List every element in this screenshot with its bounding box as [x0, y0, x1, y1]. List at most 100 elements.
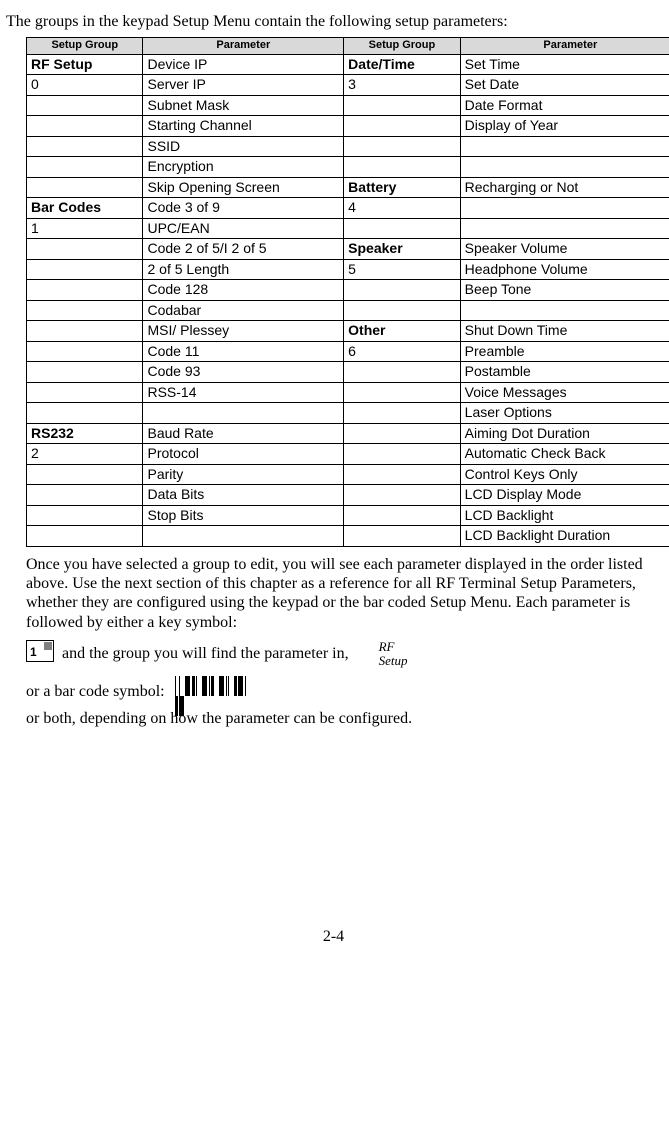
- table-cell: [27, 157, 143, 178]
- table-cell: Set Time: [460, 54, 669, 75]
- table-cell: Shut Down Time: [460, 321, 669, 342]
- table-cell: [27, 321, 143, 342]
- table-cell: SSID: [143, 136, 344, 157]
- instruction-paragraph: Once you have selected a group to edit, …: [26, 555, 666, 632]
- table-cell: [27, 177, 143, 198]
- table-cell: Code 128: [143, 280, 344, 301]
- table-cell: [344, 218, 460, 239]
- col-header: Setup Group: [344, 38, 460, 55]
- rf-setup-label: RFSetup: [379, 640, 408, 667]
- table-cell: Date/Time: [344, 54, 460, 75]
- table-cell: 4: [344, 198, 460, 219]
- closing-paragraph: or both, depending on how the parameter …: [26, 709, 666, 728]
- table-row: RSS-14 Voice Messages: [27, 382, 669, 403]
- table-row: Code 2 of 5/I 2 of 5SpeakerSpeaker Volum…: [27, 239, 669, 260]
- table-cell: LCD Backlight: [460, 505, 669, 526]
- table-row: Code 116Preamble: [27, 341, 669, 362]
- table-cell: [344, 423, 460, 444]
- table-cell: 6: [344, 341, 460, 362]
- table-row: Starting Channel Display of Year: [27, 116, 669, 137]
- table-cell: [460, 218, 669, 239]
- table-row: 2ProtocolAutomatic Check Back: [27, 444, 669, 465]
- table-cell: Voice Messages: [460, 382, 669, 403]
- table-row: LCD Backlight Duration: [27, 526, 669, 547]
- table-cell: [344, 157, 460, 178]
- table-cell: Code 3 of 9: [143, 198, 344, 219]
- table-cell: Baud Rate: [143, 423, 344, 444]
- table-cell: 5: [344, 259, 460, 280]
- table-cell: Automatic Check Back: [460, 444, 669, 465]
- table-cell: [27, 505, 143, 526]
- table-row: 2 of 5 Length5Headphone Volume: [27, 259, 669, 280]
- table-cell: Aiming Dot Duration: [460, 423, 669, 444]
- table-cell: [344, 362, 460, 383]
- table-row: Bar CodesCode 3 of 94: [27, 198, 669, 219]
- col-header: Setup Group: [27, 38, 143, 55]
- table-row: 1UPC/EAN: [27, 218, 669, 239]
- table-cell: [344, 464, 460, 485]
- table-cell: [27, 280, 143, 301]
- table-row: Code 93 Postamble: [27, 362, 669, 383]
- table-cell: [460, 300, 669, 321]
- table-cell: Protocol: [143, 444, 344, 465]
- table-cell: [344, 136, 460, 157]
- table-cell: RSS-14: [143, 382, 344, 403]
- table-cell: LCD Backlight Duration: [460, 526, 669, 547]
- table-cell: [27, 341, 143, 362]
- table-cell: [344, 403, 460, 424]
- table-cell: 3: [344, 75, 460, 96]
- table-cell: Code 93: [143, 362, 344, 383]
- table-cell: [344, 444, 460, 465]
- page-number: 2-4: [6, 928, 661, 946]
- table-cell: [344, 280, 460, 301]
- table-cell: Control Keys Only: [460, 464, 669, 485]
- table-row: MSI/ PlesseyOtherShut Down Time: [27, 321, 669, 342]
- table-cell: 0: [27, 75, 143, 96]
- table-cell: RF Setup: [27, 54, 143, 75]
- table-cell: [143, 526, 344, 547]
- keypad-key-corner-icon: [44, 642, 52, 650]
- table-cell: Starting Channel: [143, 116, 344, 137]
- table-row: Encryption: [27, 157, 669, 178]
- table-cell: [344, 505, 460, 526]
- table-cell: Recharging or Not: [460, 177, 669, 198]
- table-cell: [460, 198, 669, 219]
- table-cell: [344, 300, 460, 321]
- table-cell: Code 11: [143, 341, 344, 362]
- table-cell: Skip Opening Screen: [143, 177, 344, 198]
- table-cell: Other: [344, 321, 460, 342]
- barcode-symbol-line: or a bar code symbol:: [26, 676, 666, 701]
- table-cell: RS232: [27, 423, 143, 444]
- table-cell: Postamble: [460, 362, 669, 383]
- col-header: Parameter: [143, 38, 344, 55]
- table-cell: Code 2 of 5/I 2 of 5: [143, 239, 344, 260]
- table-cell: Date Format: [460, 95, 669, 116]
- table-cell: [344, 485, 460, 506]
- table-row: 0Server IP3Set Date: [27, 75, 669, 96]
- table-header-row: Setup Group Parameter Setup Group Parame…: [27, 38, 669, 55]
- table-cell: Speaker: [344, 239, 460, 260]
- table-cell: Codabar: [143, 300, 344, 321]
- barcode-line-text: or a bar code symbol:: [26, 683, 169, 700]
- table-row: Code 128 Beep Tone: [27, 280, 669, 301]
- barcode-icon: [175, 676, 249, 696]
- table-row: Stop Bits LCD Backlight: [27, 505, 669, 526]
- table-cell: Headphone Volume: [460, 259, 669, 280]
- table-cell: Display of Year: [460, 116, 669, 137]
- table-row: Subnet MaskDate Format: [27, 95, 669, 116]
- setup-parameters-table: Setup Group Parameter Setup Group Parame…: [26, 37, 669, 547]
- table-cell: Stop Bits: [143, 505, 344, 526]
- table-cell: Parity: [143, 464, 344, 485]
- table-cell: UPC/EAN: [143, 218, 344, 239]
- table-row: SSID: [27, 136, 669, 157]
- table-cell: [27, 403, 143, 424]
- table-row: Data BitsLCD Display Mode: [27, 485, 669, 506]
- table-row: RS232Baud Rate Aiming Dot Duration: [27, 423, 669, 444]
- table-cell: Beep Tone: [460, 280, 669, 301]
- intro-text: The groups in the keypad Setup Menu cont…: [6, 12, 661, 31]
- table-cell: LCD Display Mode: [460, 485, 669, 506]
- keypad-key-number: 1: [30, 645, 37, 659]
- table-cell: [27, 382, 143, 403]
- table-cell: Device IP: [143, 54, 344, 75]
- table-cell: [27, 95, 143, 116]
